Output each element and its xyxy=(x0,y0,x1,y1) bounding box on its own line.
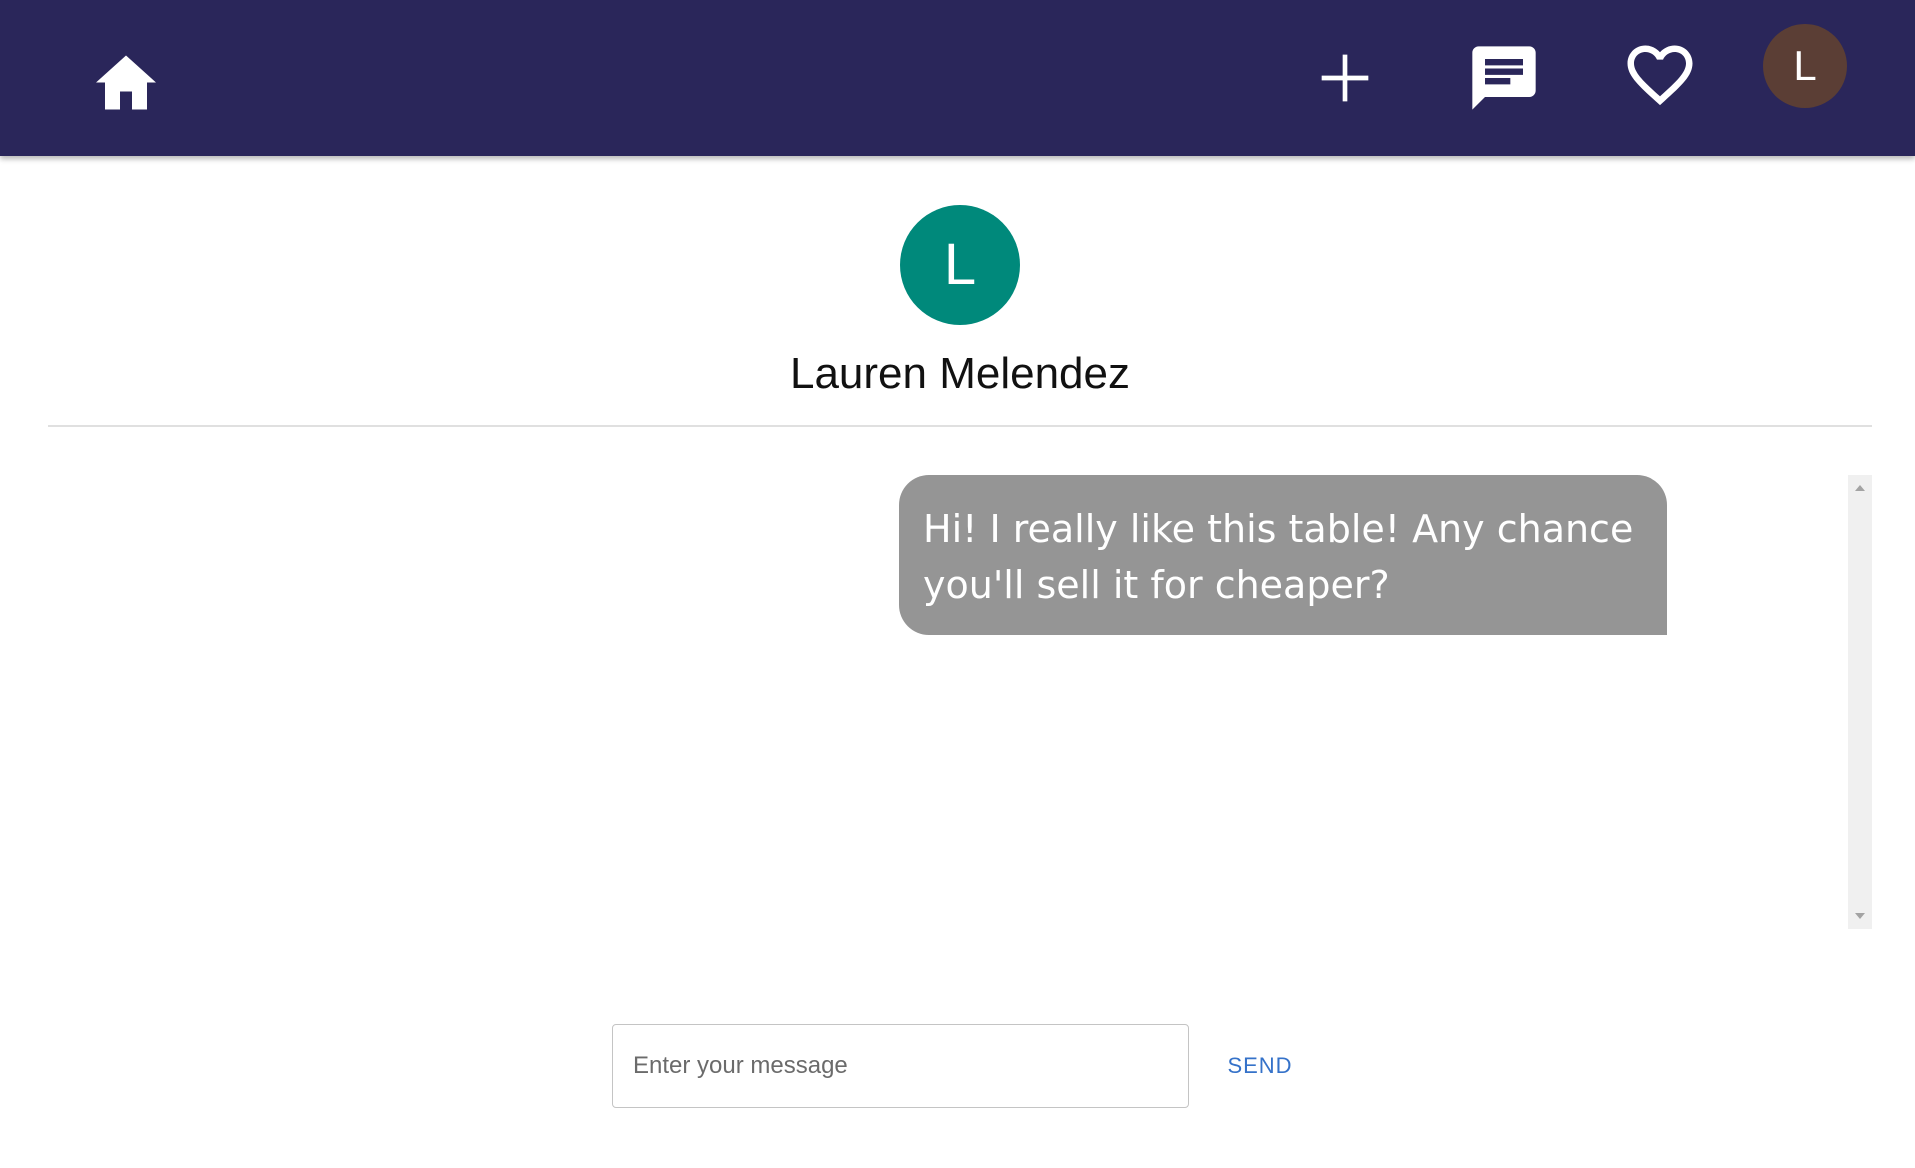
header-divider xyxy=(48,425,1872,427)
messages-button[interactable] xyxy=(1456,36,1552,120)
favorites-button[interactable] xyxy=(1612,36,1708,120)
chat-icon xyxy=(1472,46,1536,110)
top-app-bar: L xyxy=(0,0,1915,156)
message-list-scrollbar[interactable] xyxy=(1848,475,1872,929)
scroll-up-arrow[interactable] xyxy=(1855,485,1865,491)
message-input[interactable] xyxy=(612,1024,1189,1108)
home-button[interactable] xyxy=(78,36,174,120)
account-initial: L xyxy=(1793,42,1817,89)
home-icon xyxy=(96,55,156,110)
contact-name: Lauren Melendez xyxy=(789,349,1130,398)
plus-icon xyxy=(1321,54,1369,102)
heart-icon xyxy=(1627,45,1693,106)
account-avatar-button[interactable]: L xyxy=(1763,24,1847,108)
message-list[interactable]: Hi! I really like this table! Any chance… xyxy=(48,475,1872,929)
scroll-down-arrow[interactable] xyxy=(1855,913,1865,919)
contact-initial: L xyxy=(943,232,977,297)
contact-avatar: L xyxy=(900,205,1020,325)
send-button[interactable]: SEND xyxy=(1215,1036,1305,1096)
add-listing-button[interactable] xyxy=(1300,36,1390,120)
message-bubble-sent: Hi! I really like this table! Any chance… xyxy=(899,475,1667,635)
